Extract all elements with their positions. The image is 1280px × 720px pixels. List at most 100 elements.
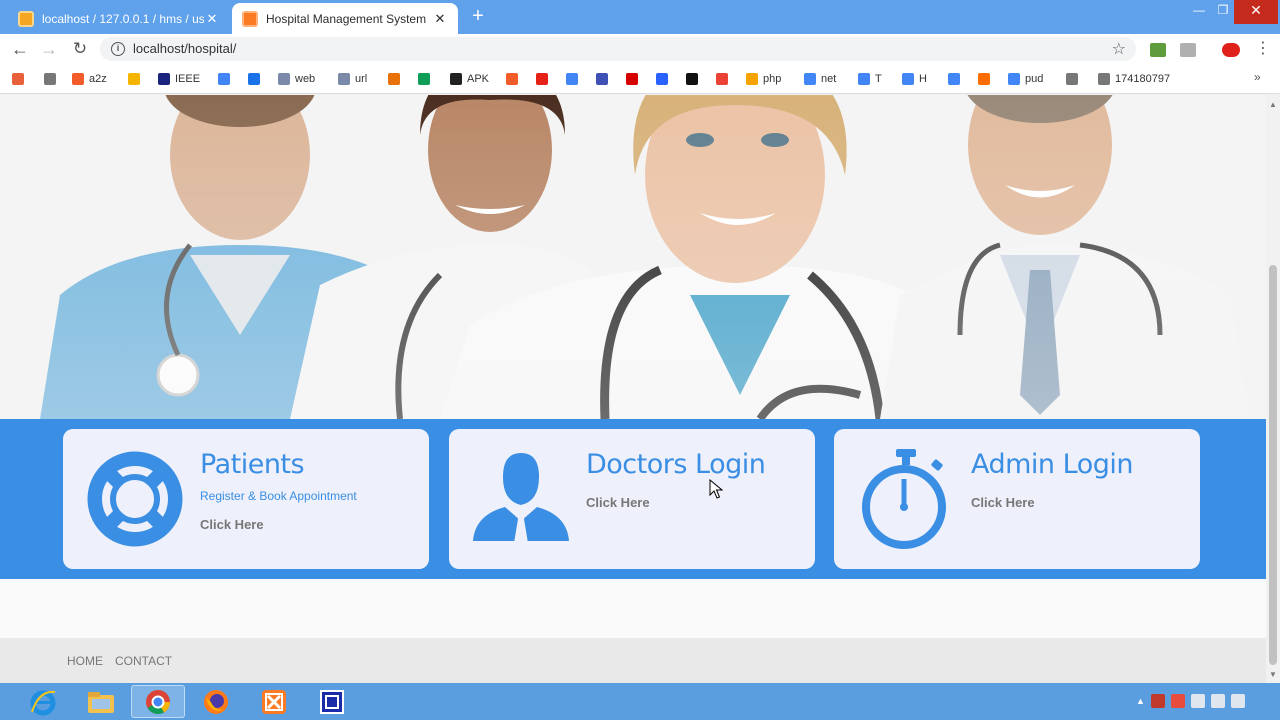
mouse-cursor-icon [709,479,723,499]
bookmark-item[interactable] [626,71,643,87]
back-button[interactable]: ← [9,38,31,60]
bookmark-item[interactable]: a2z [72,71,107,87]
hero-image [0,95,1266,419]
bookmark-label: a2z [89,73,107,85]
bookmark-item[interactable]: url [338,71,367,87]
file-explorer-icon[interactable] [74,685,128,718]
tab-title: localhost / 127.0.0.1 / hms / user [42,11,204,26]
bookmark-item[interactable] [716,71,733,87]
bookmark-item[interactable] [566,71,583,87]
browser-tab-phpmyadmin[interactable]: localhost / 127.0.0.1 / hms / user ✕ [8,3,230,34]
bookmark-favicon-icon [858,73,870,85]
bookmark-star-icon[interactable]: ☆ [1112,39,1126,59]
tray-signal-icon[interactable] [1210,694,1225,708]
show-hidden-icons-icon[interactable]: ▲ [1136,696,1145,706]
bookmark-label: 174180797 [1115,73,1171,85]
close-window-button[interactable]: ✕ [1234,0,1278,24]
bookmark-favicon-icon [566,73,578,85]
tray-volume-icon[interactable] [1230,694,1245,708]
doctors-login-card[interactable]: Doctors Login Click Here [449,429,815,569]
address-bar[interactable]: i localhost/hospital/ ☆ [100,37,1136,61]
scrollbar-thumb[interactable] [1269,265,1277,665]
bookmark-favicon-icon [978,73,990,85]
new-tab-button[interactable]: + [466,5,490,29]
bookmark-item[interactable] [44,71,61,87]
scroll-down-arrow-icon[interactable]: ▼ [1269,670,1277,679]
page-viewport: Patients Register & Book Appointment Cli… [0,95,1266,683]
reload-button[interactable]: ↻ [69,38,91,60]
site-info-icon[interactable]: i [111,42,125,56]
bookmark-item[interactable] [388,71,405,87]
footer-contact-link[interactable]: CONTACT [115,654,172,668]
bookmark-item[interactable]: php [746,71,781,87]
bookmark-favicon-icon [596,73,608,85]
close-tab-icon[interactable]: ✕ [204,11,220,27]
bookmark-item[interactable]: net [804,71,836,87]
bookmark-favicon-icon [536,73,548,85]
doctors-illustration [0,95,1266,419]
bookmark-item[interactable]: IEEE [158,71,200,87]
bookmark-item[interactable]: T [858,71,882,87]
bookmark-item[interactable] [596,71,613,87]
bookmarks-bar: » a2z IEEE web url APK php net T Hpud 174180797 [0,64,1280,94]
bookmark-label: net [821,73,837,85]
bookmark-favicon-icon [418,73,430,85]
bookmark-item[interactable]: pud [1008,71,1043,87]
bookmark-item[interactable] [128,71,145,87]
scroll-up-arrow-icon[interactable]: ▲ [1269,100,1277,109]
admin-click-here-link[interactable]: Click Here [971,495,1035,510]
tray-network-warning-icon[interactable] [1170,694,1185,708]
bookmark-item[interactable] [686,71,703,87]
address-url[interactable]: localhost/hospital/ [133,41,236,56]
patients-title: Patients [200,449,305,480]
patients-subtitle: Register & Book Appointment [200,489,357,503]
bookmark-item[interactable] [218,71,235,87]
phpmyadmin-favicon-icon [18,10,34,27]
bookmark-label: APK [467,73,490,85]
xampp-icon[interactable] [247,685,301,718]
close-tab-icon[interactable]: ✕ [432,11,448,27]
more-bookmarks-icon[interactable]: » [1254,70,1261,84]
bookmark-label: pud [1025,73,1044,85]
bookmark-item[interactable] [978,71,995,87]
bookmark-item[interactable]: H [902,71,927,87]
extension-icon[interactable] [1150,43,1166,57]
bookmark-item[interactable] [248,71,265,87]
app-taskbar-icon[interactable] [305,685,359,718]
browser-tab-hospital[interactable]: Hospital Management System ✕ [232,3,458,34]
firefox-icon[interactable] [189,685,243,718]
patients-card[interactable]: Patients Register & Book Appointment Cli… [63,429,429,569]
bookmark-item[interactable] [536,71,553,87]
bookmark-item[interactable] [656,71,673,87]
doctors-click-here-link[interactable]: Click Here [586,495,650,510]
bookmark-item[interactable] [418,71,435,87]
bookmark-label: php [763,73,782,85]
browser-menu-icon[interactable]: ⋮ [1255,40,1271,58]
tray-app-icon[interactable] [1150,694,1165,708]
bookmark-favicon-icon [506,73,518,85]
forward-button[interactable]: → [38,38,60,60]
patients-click-here-link[interactable]: Click Here [200,517,264,532]
internet-explorer-icon[interactable] [16,685,70,718]
bookmark-item[interactable]: 174180797 [1098,71,1170,87]
bookmark-favicon-icon [1098,73,1110,85]
tray-power-icon[interactable] [1190,694,1205,708]
bookmark-item[interactable]: web [278,71,315,87]
footer-home-link[interactable]: HOME [67,654,103,668]
page-scrollbar[interactable]: ▲ ▼ [1266,95,1280,683]
bookmark-label: IEEE [175,73,201,85]
extension-icon[interactable] [1222,43,1240,57]
bookmark-favicon-icon [626,73,638,85]
chrome-taskbar-icon[interactable] [131,685,185,718]
bookmark-favicon-icon [278,73,290,85]
extension-icon[interactable] [1180,43,1196,57]
bookmark-item[interactable] [12,71,29,87]
bookmark-favicon-icon [128,73,140,85]
bookmark-item[interactable] [948,71,965,87]
bookmark-favicon-icon [746,73,758,85]
bookmark-item[interactable] [506,71,523,87]
admin-login-card[interactable]: Admin Login Click Here [834,429,1200,569]
bookmark-label: web [295,73,316,85]
bookmark-item[interactable]: APK [450,71,489,87]
bookmark-item[interactable] [1066,71,1083,87]
